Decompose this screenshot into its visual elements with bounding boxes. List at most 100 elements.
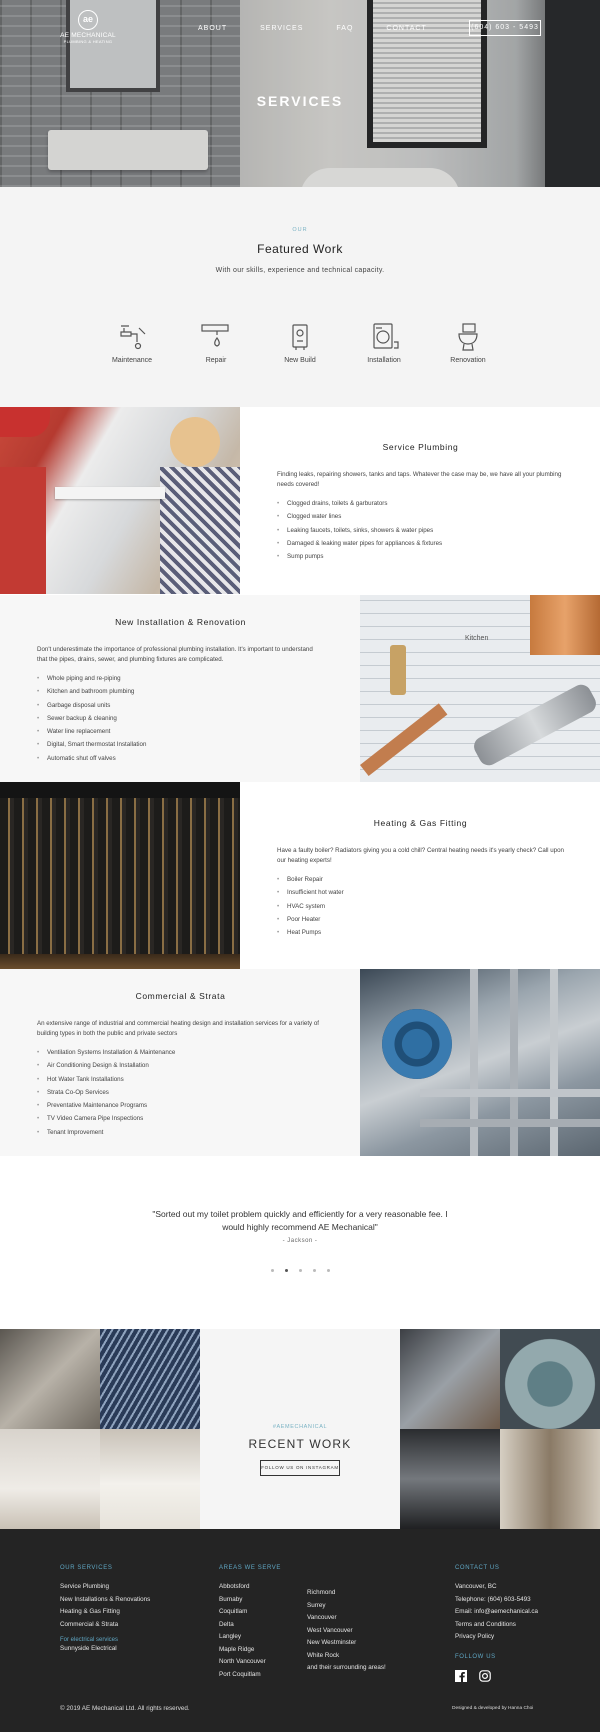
list-item: Clogged drains, toilets & garburators bbox=[277, 497, 564, 511]
list-item: Leaking faucets, toilets, sinks, showers… bbox=[277, 524, 564, 538]
carousel-dot[interactable] bbox=[271, 1269, 274, 1272]
site-footer: OUR SERVICES Service Plumbing New Instal… bbox=[0, 1529, 600, 1732]
instagram-photo[interactable] bbox=[100, 1329, 200, 1429]
service-label: Renovation bbox=[450, 357, 486, 364]
heating-text: Heating & Gas Fitting Have a faulty boil… bbox=[240, 782, 600, 969]
area-item: and their surrounding areas! bbox=[307, 1664, 386, 1671]
section-title: Commercial & Strata bbox=[135, 991, 226, 1001]
footer-services: OUR SERVICES Service Plumbing New Instal… bbox=[60, 1565, 150, 1656]
carousel-dot[interactable] bbox=[313, 1269, 316, 1272]
carousel-dot[interactable] bbox=[299, 1269, 302, 1272]
recent-work-panel: #AEMECHANICAL RECENT WORK FOLLOW US ON I… bbox=[200, 1329, 400, 1529]
service-list: Boiler Repair Insufficient hot water HVA… bbox=[277, 873, 564, 940]
list-item: Water line replacement bbox=[37, 725, 324, 739]
hero-banner: ae AE MECHANICAL PLUMBING & HEATING ABOU… bbox=[0, 0, 600, 187]
instagram-photo[interactable] bbox=[400, 1429, 500, 1529]
section-commercial: Commercial & Strata An extensive range o… bbox=[0, 969, 600, 1156]
nav-faq[interactable]: FAQ bbox=[336, 25, 353, 32]
follow-instagram-button[interactable]: FOLLOW US ON INSTAGRAM bbox=[260, 1460, 340, 1476]
service-maintenance[interactable]: Maintenance bbox=[92, 322, 172, 364]
water-heater-icon bbox=[292, 324, 308, 350]
toilet-icon bbox=[458, 323, 478, 351]
testimonial-author: - Jackson - bbox=[282, 1238, 318, 1244]
section-title: Heating & Gas Fitting bbox=[373, 818, 468, 828]
leaking-pipe-icon bbox=[201, 324, 229, 347]
list-item: Preventative Maintenance Programs bbox=[37, 1099, 324, 1113]
nav-services[interactable]: SERVICES bbox=[260, 25, 303, 32]
instagram-photo[interactable] bbox=[400, 1329, 500, 1429]
area-item: Langley bbox=[219, 1633, 242, 1640]
service-installation[interactable]: Installation bbox=[344, 322, 424, 364]
featured-subtitle: With our skills, experience and technica… bbox=[215, 267, 385, 274]
section-title: New Installation & Renovation bbox=[115, 617, 246, 627]
list-item: Heat Pumps bbox=[277, 926, 564, 940]
nav-about[interactable]: ABOUT bbox=[198, 25, 227, 32]
area-item: Richmond bbox=[307, 1589, 336, 1596]
area-item: Delta bbox=[219, 1620, 234, 1628]
section-service-plumbing: Service Plumbing Finding leaks, repairin… bbox=[0, 407, 600, 594]
service-plumbing-text: Service Plumbing Finding leaks, repairin… bbox=[240, 407, 600, 594]
list-item: Garbage disposal units bbox=[37, 699, 324, 713]
service-new-build[interactable]: New Build bbox=[260, 322, 340, 364]
instagram-icon[interactable] bbox=[479, 1669, 491, 1682]
list-item: HVAC system bbox=[277, 900, 564, 914]
list-item: Clogged water lines bbox=[277, 510, 564, 524]
area-item: Vancouver bbox=[307, 1614, 337, 1621]
commercial-text: Commercial & Strata An extensive range o… bbox=[0, 969, 360, 1156]
list-item: Whole piping and re-piping bbox=[37, 672, 324, 686]
instagram-photo[interactable] bbox=[0, 1429, 100, 1529]
facebook-icon[interactable] bbox=[455, 1669, 467, 1682]
terms-link[interactable]: Terms and Conditions bbox=[455, 1619, 538, 1632]
nav-contact[interactable]: CONTACT bbox=[386, 25, 426, 32]
footer-link[interactable]: Heating & Gas Fitting bbox=[60, 1606, 150, 1619]
footer-link[interactable]: Sunnyside Electrical bbox=[60, 1643, 150, 1656]
area-item: Port Coquitlam bbox=[219, 1670, 261, 1678]
featured-title: Featured Work bbox=[257, 242, 343, 256]
area-item: Maple Ridge bbox=[219, 1645, 255, 1653]
designer-credit[interactable]: Designed & developed by Hanna Choi bbox=[452, 1706, 533, 1711]
service-list: Ventilation Systems Installation & Maint… bbox=[37, 1046, 324, 1139]
footer-areas: AREAS WE SERVE Abbotsford Burnaby Coquit… bbox=[219, 1565, 281, 1681]
list-item: Ventilation Systems Installation & Maint… bbox=[37, 1046, 324, 1060]
list-item: Air Conditioning Design & Installation bbox=[37, 1059, 324, 1073]
contact-email[interactable]: Email: info@aemechanical.ca bbox=[455, 1606, 538, 1619]
section-intro: Don't underestimate the importance of pr… bbox=[37, 646, 313, 663]
phone-button[interactable]: (604) 603 - 5493 bbox=[469, 20, 541, 36]
list-item: Digital, Smart thermostat Installation bbox=[37, 738, 324, 752]
instagram-photo[interactable] bbox=[0, 1329, 100, 1429]
instagram-photo[interactable] bbox=[500, 1429, 600, 1529]
contact-phone[interactable]: Telephone: (604) 603-5493 bbox=[455, 1594, 538, 1607]
contact-location: Vancouver, BC bbox=[455, 1583, 497, 1590]
instagram-photo[interactable] bbox=[100, 1429, 200, 1529]
blueprint-photo: Kitchen bbox=[360, 595, 600, 782]
privacy-link[interactable]: Privacy Policy bbox=[455, 1631, 538, 1644]
instagram-photo[interactable] bbox=[500, 1329, 600, 1429]
service-renovation[interactable]: Renovation bbox=[428, 322, 508, 364]
service-label: Installation bbox=[367, 357, 401, 364]
section-title: Service Plumbing bbox=[382, 442, 459, 452]
service-list: Whole piping and re-piping Kitchen and b… bbox=[37, 672, 324, 765]
list-item: Boiler Repair bbox=[277, 873, 564, 887]
footer-link[interactable]: New Installations & Renovations bbox=[60, 1594, 150, 1607]
area-item: Coquitlam bbox=[219, 1608, 248, 1615]
service-label: Repair bbox=[205, 357, 227, 364]
service-label: New Build bbox=[284, 357, 316, 364]
footer-link[interactable]: Commercial & Strata bbox=[60, 1619, 150, 1632]
site-logo[interactable]: ae AE MECHANICAL PLUMBING & HEATING bbox=[60, 10, 116, 44]
section-intro: Have a faulty boiler? Radiators giving y… bbox=[277, 847, 564, 864]
footer-link[interactable]: Service Plumbing bbox=[60, 1581, 150, 1594]
footer-heading: OUR SERVICES bbox=[60, 1565, 113, 1571]
list-item: Hot Water Tank Installations bbox=[37, 1073, 324, 1087]
list-item: Kitchen and bathroom plumbing bbox=[37, 685, 324, 699]
section-heating: Heating & Gas Fitting Have a faulty boil… bbox=[0, 782, 600, 969]
industrial-photo bbox=[360, 969, 600, 1156]
featured-eyebrow: OUR bbox=[292, 227, 308, 233]
new-installation-text: New Installation & Renovation Don't unde… bbox=[0, 595, 360, 782]
washing-machine-icon bbox=[373, 323, 399, 349]
main-nav: ABOUT SERVICES FAQ CONTACT bbox=[198, 25, 460, 32]
list-item: Strata Co-Op Services bbox=[37, 1086, 324, 1100]
carousel-dot[interactable] bbox=[327, 1269, 330, 1272]
service-repair[interactable]: Repair bbox=[176, 322, 256, 364]
carousel-dot-active[interactable] bbox=[285, 1269, 288, 1272]
list-item: TV Video Camera Pipe Inspections bbox=[37, 1112, 324, 1126]
